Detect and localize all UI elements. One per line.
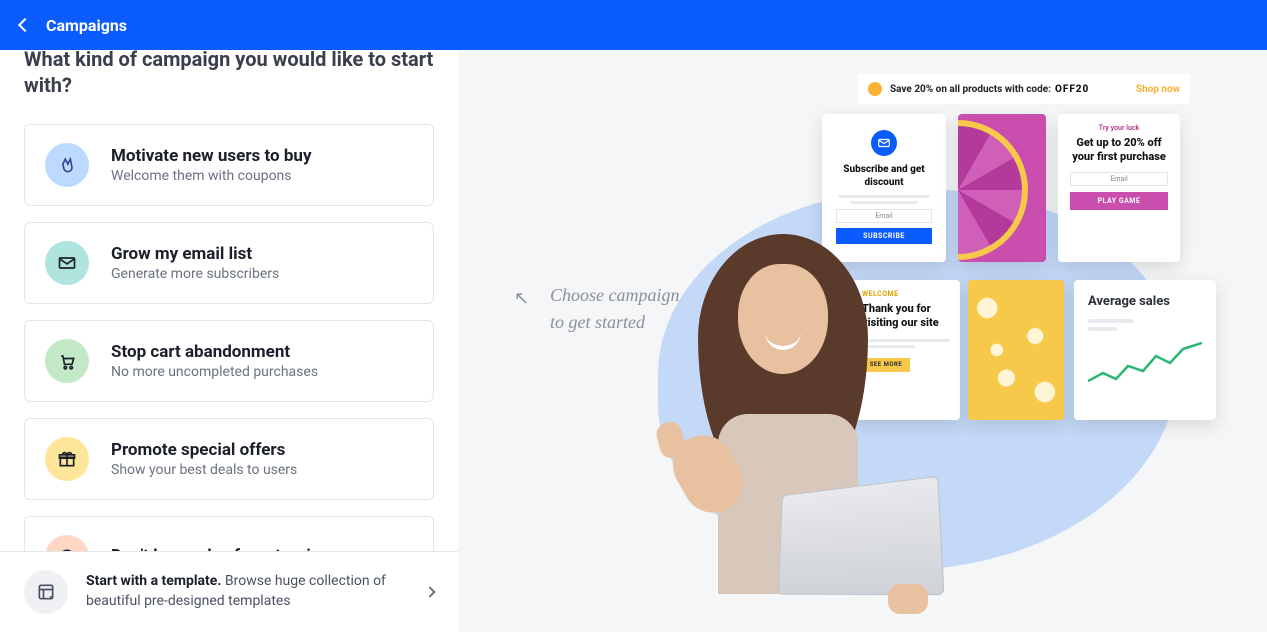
card-subtitle: No more uncompleted purchases (111, 364, 318, 380)
app-header: Campaigns (0, 0, 1267, 50)
card-subtitle: Welcome them with coupons (111, 168, 312, 184)
envelope-icon (45, 241, 89, 285)
chevron-right-icon[interactable] (424, 586, 435, 597)
page-title: Campaigns (46, 16, 127, 35)
promo-text: Save 20% on all products with code: (890, 84, 1051, 95)
card-title: Promote special offers (111, 440, 297, 460)
return-icon (45, 535, 89, 551)
promo-code: OFF20 (1055, 84, 1089, 95)
campaign-option-cart-abandonment[interactable]: Stop cart abandonment No more uncomplete… (24, 320, 434, 402)
campaign-option-returning-users[interactable]: Don't lose sales for returning users (24, 516, 434, 551)
card-subtitle: Generate more subscribers (111, 266, 279, 282)
luck-card-preview: Try your luck Get up to 20% off your fir… (1058, 114, 1180, 262)
template-footer[interactable]: Start with a template. Browse huge colle… (0, 551, 458, 632)
question-heading: What kind of campaign you would like to … (24, 50, 434, 98)
template-icon (24, 570, 68, 614)
campaign-option-special-offers[interactable]: Promote special offers Show your best de… (24, 418, 434, 500)
wheel-card-preview (958, 114, 1046, 262)
gift-icon (45, 437, 89, 481)
card-subtitle: Show your best deals to users (111, 462, 297, 478)
campaign-option-motivate[interactable]: Motivate new users to buy Welcome them w… (24, 124, 434, 206)
footer-text: Start with a template. Browse huge colle… (86, 572, 426, 611)
wave-icon (45, 143, 89, 187)
campaign-option-email-list[interactable]: Grow my email list Generate more subscri… (24, 222, 434, 304)
card-title: Stop cart abandonment (111, 342, 318, 362)
cart-icon (45, 339, 89, 383)
hint-arrow-icon: ↖ (514, 288, 529, 309)
star-icon (868, 82, 882, 96)
card-title: Motivate new users to buy (111, 146, 312, 166)
line-chart-icon (1088, 341, 1202, 391)
preview-panel: ↖ Choose campaignto get started Save 20%… (458, 50, 1267, 632)
chart-card-preview: Average sales (1074, 280, 1216, 420)
left-panel: What kind of campaign you would like to … (0, 50, 458, 632)
promo-bar-preview: Save 20% on all products with code: OFF2… (858, 74, 1190, 104)
wheel-icon (958, 120, 1028, 260)
back-icon[interactable] (18, 18, 32, 32)
card-title: Grow my email list (111, 244, 279, 264)
pattern-card-preview (968, 280, 1064, 420)
promo-cta: Shop now (1136, 84, 1180, 95)
person-illustration (628, 194, 938, 584)
mail-circle-icon (871, 130, 897, 156)
